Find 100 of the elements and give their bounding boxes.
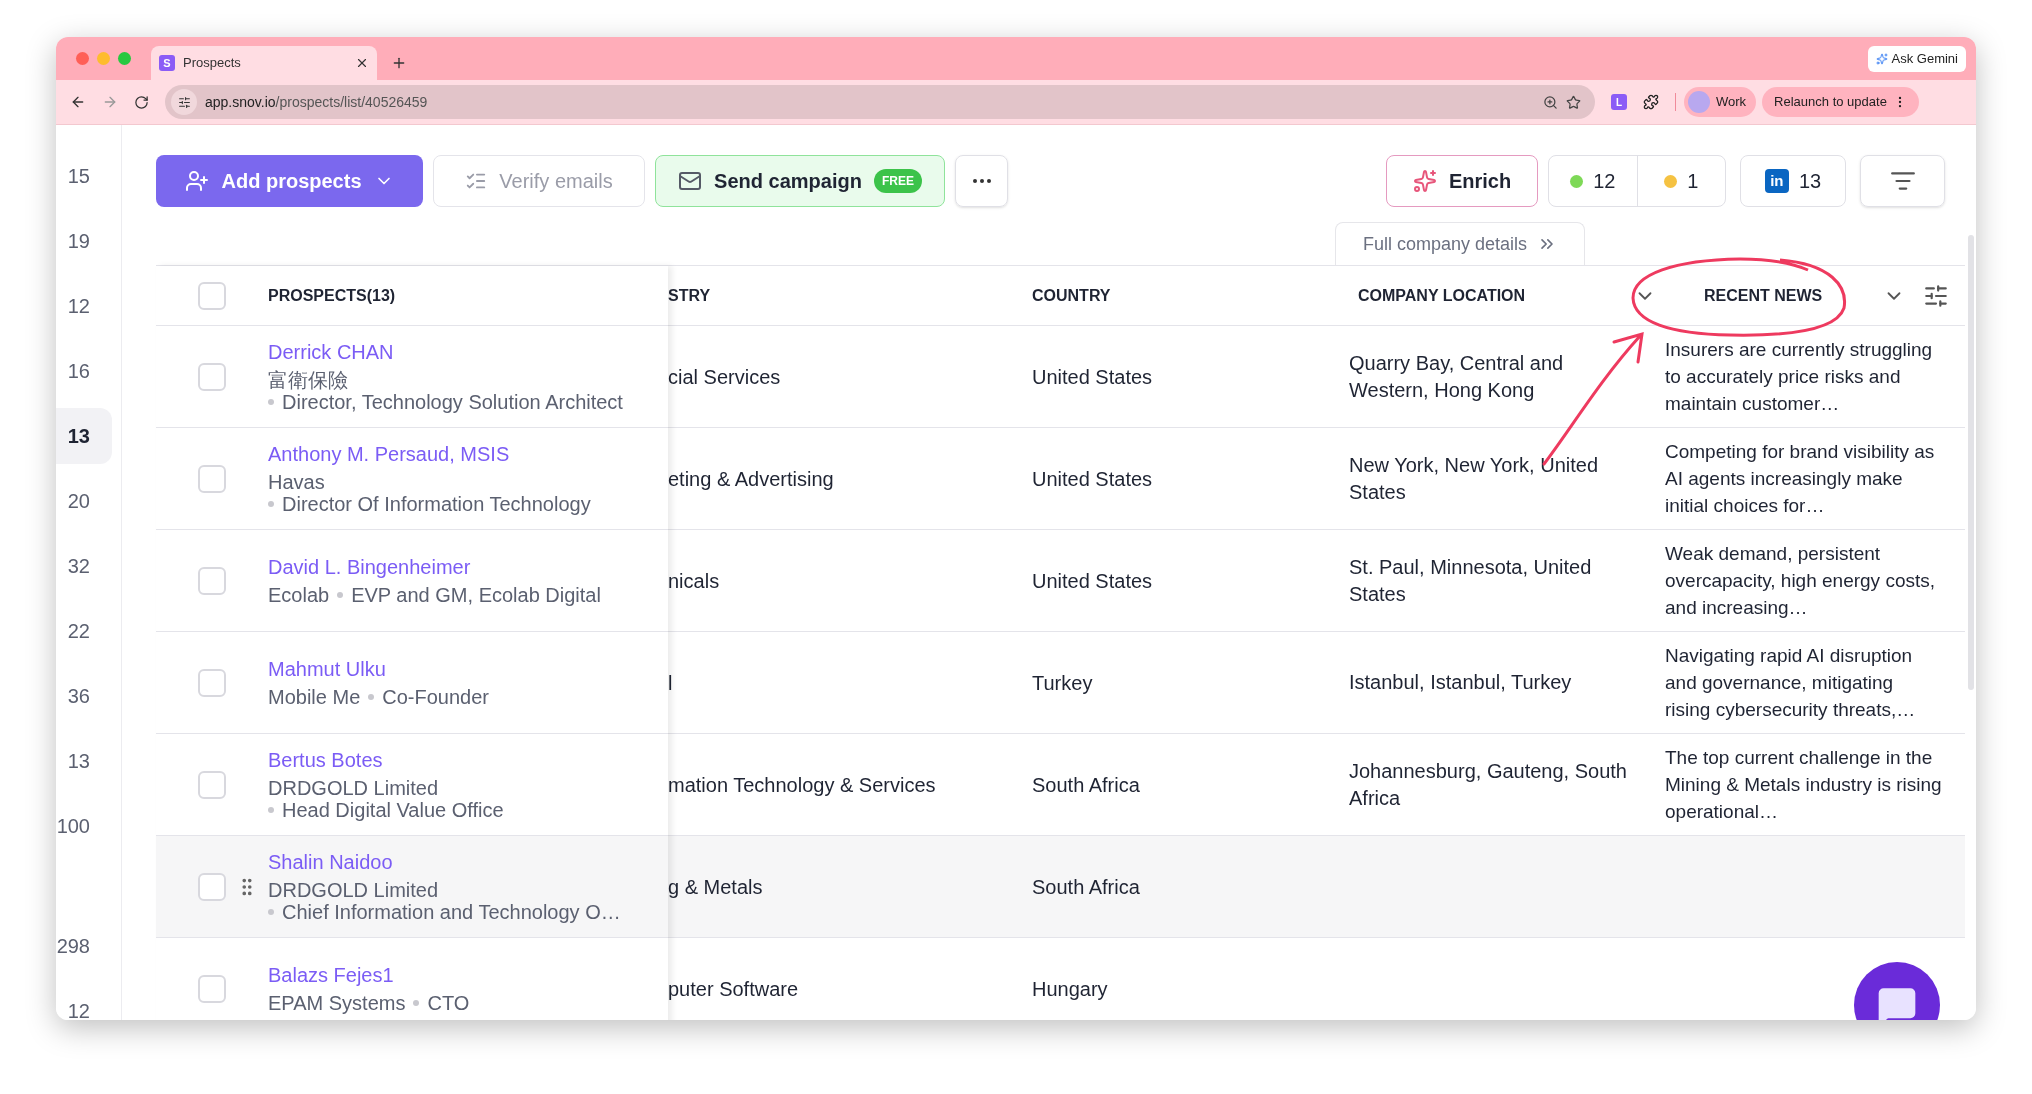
sidebar-item[interactable]: 12 [56,278,112,334]
favicon: S [159,55,175,71]
prospect-name[interactable]: Bertus Botes [268,748,644,772]
sidebar-item[interactable]: 32 [56,538,112,594]
sidebar-item[interactable]: 100 [56,798,112,854]
ask-gemini-button[interactable]: Ask Gemini [1867,45,1966,72]
table-cell: The top current challenge in the Mining & Metals industry is rising operational… [1665,747,1942,822]
add-prospects-button[interactable]: Add prospects [156,155,423,207]
full-company-details-tab[interactable]: Full company details [1335,222,1585,265]
column-header[interactable]: COUNTRY [1032,283,1358,308]
job-title: Co-Founder [368,686,489,708]
company-name: Mobile Me [268,686,361,708]
more-icon [972,179,991,183]
column-header[interactable]: RECENT NEWS [1704,283,1865,308]
relaunch-button[interactable]: Relaunch to update [1762,87,1919,117]
free-badge: FREE [873,169,922,193]
extensions-icon[interactable] [1643,94,1659,110]
table-cell: South Africa [1032,875,1140,898]
table-cell: Turkey [1032,671,1093,694]
table-cell-text: eting & Advertising [668,466,834,492]
checkbox[interactable] [198,566,226,595]
prospect-name[interactable]: Anthony M. Persaud, MSIS [268,442,644,466]
extension-icon[interactable]: L [1611,94,1627,110]
table-row[interactable]: Shalin Naidoo DRDGOLD Limited Chief Information and Technology O… [156,836,668,938]
filter-button[interactable] [1860,155,1945,207]
table-cell: Navigating rapid AI disruption and governance, mitigating rising cybersecurity threats,… [1665,645,1916,720]
bookmark-star-icon[interactable] [1566,94,1581,110]
company-name: DRDGOLD Limited [268,879,439,901]
table-cell: New York, New York, United States [1349,453,1599,503]
checkbox[interactable] [198,362,226,391]
sidebar-item[interactable]: 12 [56,983,112,1020]
profile-button[interactable]: Work [1684,87,1757,117]
checkbox[interactable] [198,974,226,1003]
url-text: app.snov.io/prospects/list/40526459 [205,92,429,112]
envelope-icon [678,169,703,193]
table-cell-text: l [668,670,673,696]
send-campaign-button[interactable]: Send campaign FREE [655,155,945,207]
sidebar-item[interactable]: 15 [56,148,112,204]
checkbox[interactable] [198,770,226,799]
table-cell: South Africa [1032,773,1140,796]
checkbox[interactable] [198,281,226,310]
column-header[interactable]: STRY [668,283,1032,308]
browser-tab[interactable]: S Prospects [151,46,377,80]
job-title: CTO [413,992,470,1014]
table-row[interactable]: Balazs Fejes1 EPAM Systems CTO [156,938,668,1020]
close-icon[interactable] [355,56,369,70]
table-row[interactable]: David L. Bingenheimer Ecolab EVP and GM, Ecolab Digital [156,530,668,632]
table-cell: Insurers are currently struggling to accurately price risks and maintain customer… [1665,339,1933,414]
checkbox[interactable] [198,872,226,901]
prospect-name[interactable]: Derrick CHAN [268,340,644,364]
table-cell-text: nicals [668,568,720,594]
table-cell: Competing for brand visibility as AI agents increasingly make initial choices for… [1665,441,1935,516]
zoom-icon[interactable] [1543,94,1558,110]
back-icon[interactable] [70,94,86,110]
sparkle-icon [1875,52,1888,65]
table-row[interactable]: Bertus Botes DRDGOLD Limited Head Digital Value Office [156,734,668,836]
prospect-name[interactable]: David L. Bingenheimer [268,555,644,579]
checkbox[interactable] [198,464,226,493]
job-title: Director, Technology Solution Architect [268,391,623,413]
table-cell-text: g & Metals [668,874,763,900]
sidebar-item[interactable]: 19 [56,213,112,269]
sidebar-item[interactable]: 16 [56,343,112,399]
company-name: Havas [268,471,325,493]
job-title: Head Digital Value Office [268,799,504,821]
prospect-name[interactable]: Balazs Fejes1 [268,963,644,987]
company-name: 富衛保險 [268,369,348,391]
table-cell: St. Paul, Minnesota, United States [1349,555,1592,605]
table-row[interactable]: Derrick CHAN 富衛保險 Director, Technology Solution Architect [156,326,668,428]
prospect-name[interactable]: Shalin Naidoo [268,850,644,874]
close-window-icon[interactable] [76,52,89,65]
tab-title: Prospects [183,54,242,73]
prospect-name[interactable]: Mahmut Ulku [268,657,644,681]
table-cell: United States [1032,569,1153,592]
reload-icon[interactable] [134,94,149,110]
column-settings-icon[interactable] [1923,282,1949,309]
site-info-icon[interactable] [177,95,191,109]
status-count-button[interactable]: 1 [1636,156,1725,206]
sidebar-item[interactable]: 20 [56,473,112,529]
sidebar-item[interactable]: 298 [56,918,112,974]
sidebar-item[interactable]: 13 [56,408,112,464]
sidebar-item[interactable]: 36 [56,668,112,724]
company-name: DRDGOLD Limited [268,777,439,799]
table-cell-text: mation Technology & Services [668,772,936,798]
table-cell: United States [1032,365,1153,388]
address-bar[interactable]: app.snov.io/prospects/list/40526459 [165,85,1595,119]
status-count-button[interactable]: 12 [1549,156,1637,206]
table-row[interactable]: Mahmut Ulku Mobile Me Co-Founder [156,632,668,734]
checkbox[interactable] [198,668,226,697]
new-tab-icon[interactable] [391,55,407,71]
linkedin-count-button[interactable]: in 13 [1740,155,1846,207]
column-header[interactable]: COMPANY LOCATION [1358,283,1634,308]
table-cell: Quarry Bay, Central and Western, Hong Kong [1349,351,1564,401]
table-row[interactable]: Anthony M. Persaud, MSIS Havas Director Of Information Technology [156,428,668,530]
column-header[interactable]: PROSPECTS(13) [268,283,396,308]
job-title: Director Of Information Technology [268,493,591,515]
enrich-button[interactable]: Enrich [1386,155,1538,207]
sidebar-item[interactable]: 22 [56,603,112,659]
forward-icon[interactable] [102,94,118,110]
company-name: EPAM Systems [268,992,406,1014]
sidebar-item[interactable]: 13 [56,733,112,789]
